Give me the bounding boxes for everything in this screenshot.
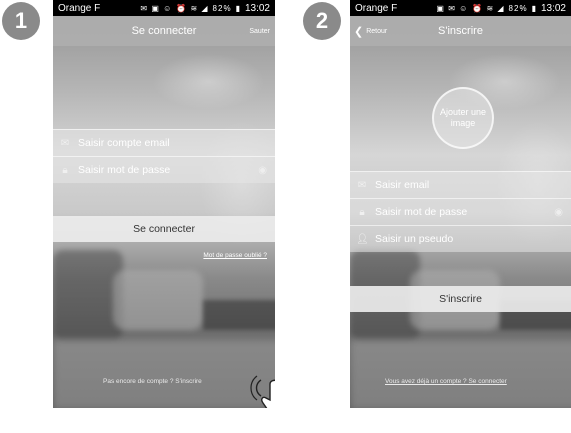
- status-bar: Orange F ▣ ✉ ☺ ⏰ ≋ ◢ 82% ▮ 13:02: [350, 0, 571, 16]
- pseudo-placeholder: Saisir un pseudo: [375, 233, 454, 245]
- forgot-password-link[interactable]: Mot de passe oublié ?: [203, 252, 267, 259]
- password-placeholder: Saisir mot de passe: [375, 206, 468, 218]
- signup-app-bar: ❮ Retour S'inscrire: [350, 16, 571, 46]
- background-sofa: [350, 340, 571, 408]
- tap-hand-icon: [250, 375, 275, 408]
- envelope-icon: ✉: [60, 137, 70, 149]
- battery-percent: 82%: [212, 3, 232, 13]
- add-image-button[interactable]: Ajouter une image: [432, 87, 494, 149]
- password-placeholder: Saisir mot de passe: [78, 164, 171, 176]
- signup-title: S'inscrire: [438, 25, 483, 37]
- email-field[interactable]: ✉ Saisir email: [350, 171, 571, 198]
- status-bar: Orange F ✉ ▣ ☺ ⏰ ≋ ◢ 82% ▮ 13:02: [53, 0, 275, 16]
- eye-icon[interactable]: ◉: [554, 207, 563, 218]
- login-link-text: Vous avez déjà un compte ? Se connecter: [385, 378, 507, 385]
- clock: 13:02: [540, 2, 566, 14]
- email-placeholder: Saisir email: [375, 179, 430, 191]
- carrier-name: Orange F: [58, 2, 101, 14]
- email-placeholder: Saisir compte email: [78, 137, 170, 149]
- envelope-icon: ✉: [357, 179, 367, 191]
- status-icons: ✉ ▣ ☺: [140, 3, 173, 13]
- password-field[interactable]: 🔒︎ Saisir mot de passe ◉: [53, 156, 275, 183]
- system-icons: ⏰ ≋ ◢: [472, 3, 505, 13]
- eye-icon[interactable]: ◉: [258, 165, 267, 176]
- login-link[interactable]: Vous avez déjà un compte ? Se connecter: [385, 378, 507, 385]
- signup-screen: Orange F ▣ ✉ ☺ ⏰ ≋ ◢ 82% ▮ 13:02 ❮ Retou…: [350, 0, 571, 408]
- step-2-badge: 2: [303, 2, 341, 40]
- battery-icon: ▮: [235, 3, 241, 13]
- user-icon: 👤︎: [356, 233, 369, 245]
- battery-percent: 82%: [508, 3, 528, 13]
- login-app-bar: Se connecter Sauter: [53, 16, 275, 46]
- system-icons: ⏰ ≋ ◢: [176, 3, 209, 13]
- signup-button[interactable]: S'inscrire: [350, 286, 571, 312]
- login-button[interactable]: Se connecter: [53, 216, 275, 242]
- carrier-name: Orange F: [355, 2, 398, 14]
- back-label: Retour: [366, 27, 388, 35]
- skip-button[interactable]: Sauter: [249, 28, 270, 35]
- clock: 13:02: [244, 2, 270, 14]
- background-armchair: [113, 270, 203, 330]
- battery-icon: ▮: [531, 3, 537, 13]
- back-button[interactable]: ❮ Retour: [354, 25, 387, 38]
- background-table: [203, 300, 275, 330]
- status-icons: ▣ ✉ ☺: [436, 3, 469, 13]
- step-1-badge: 1: [2, 2, 40, 40]
- lock-icon: 🔒︎: [62, 164, 68, 176]
- email-field[interactable]: ✉ Saisir compte email: [53, 129, 275, 156]
- pseudo-field[interactable]: 👤︎ Saisir un pseudo: [350, 225, 571, 252]
- chevron-left-icon: ❮: [354, 25, 364, 38]
- password-field[interactable]: 🔒︎ Saisir mot de passe ◉: [350, 198, 571, 225]
- login-title: Se connecter: [131, 25, 197, 37]
- lock-icon: 🔒︎: [359, 206, 365, 218]
- login-screen: Orange F ✉ ▣ ☺ ⏰ ≋ ◢ 82% ▮ 13:02 Se conn…: [53, 0, 275, 408]
- signup-link[interactable]: Pas encore de compte ? S'inscrire: [103, 378, 202, 385]
